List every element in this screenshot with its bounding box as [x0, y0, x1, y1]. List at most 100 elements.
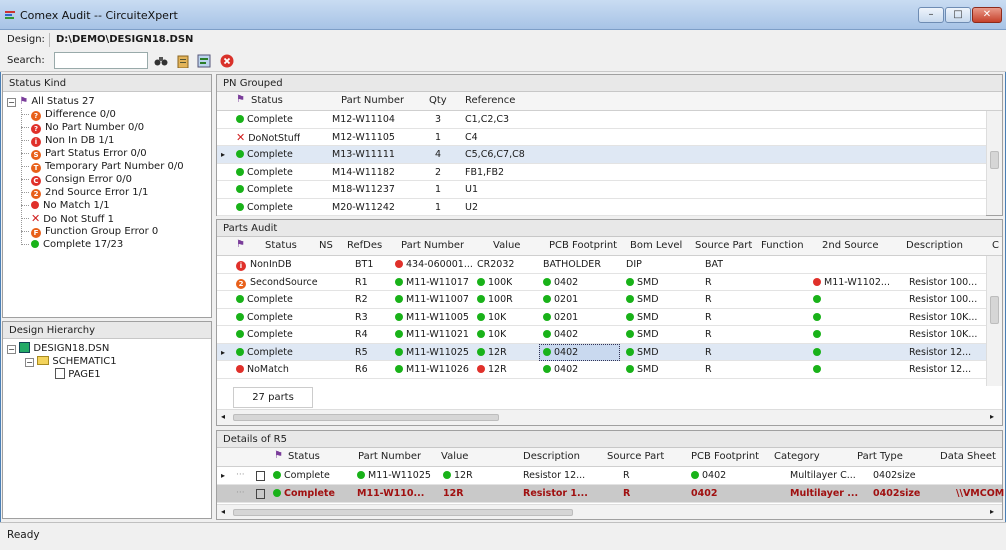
collapse-icon[interactable]: − — [7, 98, 16, 107]
table-row[interactable]: ▸ Complete R5 M11-W11025 12R 0402 SMD R Resistor… — [217, 343, 986, 361]
col-header-function[interactable]: Function — [761, 237, 804, 255]
description-cell: Resistor 12... — [523, 467, 585, 484]
status-tree-item[interactable]: F Function Group Error 0 — [21, 225, 158, 238]
maximize-button[interactable]: □ — [945, 7, 971, 23]
col-header-2nd-source[interactable]: 2nd Source — [822, 237, 879, 255]
tree-connector — [21, 218, 29, 219]
col-header-pcb-footprint[interactable]: PCB Footprint — [549, 237, 617, 255]
scroll-left-icon[interactable]: ◂ — [221, 507, 225, 516]
status-tree-item-label: Consign Error 0/0 — [45, 174, 132, 185]
source-part-cell-text: R — [623, 470, 630, 481]
pn-grouped-scrollbar[interactable] — [986, 111, 1002, 215]
col-header-status[interactable]: Status — [265, 237, 297, 255]
pcb-footprint-cell-text: 0402 — [554, 329, 579, 340]
status-tree-root[interactable]: − ⚑ All Status 27 — [7, 95, 95, 108]
status-cell: Complete — [236, 111, 293, 128]
cancel-icon[interactable] — [220, 54, 234, 68]
clipboard-icon[interactable] — [177, 54, 189, 68]
minimize-button[interactable]: – — [918, 7, 944, 23]
col-header-description[interactable]: Description — [906, 237, 963, 255]
status-tree-item[interactable]: C Consign Error 0/0 — [21, 173, 132, 186]
table-row[interactable]: Complete M12-W11104 3 C1,C2,C3 — [217, 111, 986, 129]
refdes-cell: BT1 — [355, 256, 373, 273]
scroll-left-icon[interactable]: ◂ — [221, 412, 225, 421]
category-cell-text: Multilayer ... — [790, 488, 859, 499]
table-row[interactable]: ✕ DoNotStuff M12-W11105 1 C4 — [217, 129, 986, 146]
status-tree-item[interactable]: ✕ Do Not Stuff 1 — [21, 212, 114, 226]
col-header-status[interactable]: Status — [288, 448, 320, 466]
filter-icon[interactable] — [197, 54, 211, 68]
parts-audit-hscrollbar[interactable]: ◂ ▸ — [217, 409, 1002, 425]
collapse-icon[interactable]: − — [25, 358, 34, 367]
scroll-right-icon[interactable]: ▸ — [990, 507, 994, 516]
table-row[interactable]: Complete M20-W11242 1 U2 — [217, 199, 986, 216]
search-input[interactable] — [54, 52, 148, 69]
green-dot-icon — [813, 347, 821, 356]
status-tree-item[interactable]: ? Difference 0/0 — [21, 108, 116, 121]
collapse-icon[interactable]: − — [7, 345, 16, 354]
value-cell: CR2032 — [477, 256, 514, 273]
col-header-source-part[interactable]: Source Part — [607, 448, 664, 466]
table-row[interactable]: Complete M18-W11237 1 U1 — [217, 181, 986, 199]
table-row[interactable]: i NonInDB BT1 434-060001... CR2032 BATHOLDER D… — [217, 256, 986, 274]
binoculars-icon[interactable] — [154, 55, 168, 67]
scroll-right-icon[interactable]: ▸ — [990, 412, 994, 421]
status-tree-item[interactable]: 2 2nd Source Error 1/1 — [21, 186, 148, 199]
description-cell-text: Resistor 1... — [523, 488, 588, 499]
col-header-value[interactable]: Value — [493, 237, 520, 255]
col-header-description[interactable]: Description — [523, 448, 580, 466]
col-header-ns[interactable]: NS — [319, 237, 333, 255]
status-kind-icon: C — [31, 176, 41, 186]
bom-level-cell-text: SMD — [637, 346, 659, 358]
col-header-part-type[interactable]: Part Type — [857, 448, 903, 466]
col-header-refdes[interactable]: RefDes — [347, 237, 382, 255]
status-tree-item[interactable]: ? No Part Number 0/0 — [21, 121, 144, 134]
close-button[interactable]: ✕ — [972, 7, 1002, 23]
col-header-category[interactable]: Category — [774, 448, 820, 466]
status-tree-item[interactable]: No Match 1/1 — [21, 199, 110, 212]
hierarchy-root[interactable]: − DESIGN18.DSN — [7, 342, 109, 355]
table-row[interactable]: NoMatch R6 M11-W11026 12R 0402 SMD R Resistor 1… — [217, 361, 986, 379]
status-tree-item[interactable]: i Non In DB 1/1 — [21, 134, 114, 147]
status-tree-item[interactable]: T Temporary Part Number 0/0 — [21, 160, 184, 173]
bom-level-cell: SMD — [626, 361, 659, 378]
status-tree-item[interactable]: S Part Status Error 0/0 — [21, 147, 147, 160]
table-row[interactable]: ··· Complete M11-W110... 12R Resistor 1... R 0… — [217, 485, 1004, 503]
table-row[interactable]: Complete M14-W11182 2 FB1,FB2 — [217, 164, 986, 181]
col-header-part-number[interactable]: Part Number — [341, 92, 404, 110]
table-row[interactable]: ▸ ··· Complete M11-W11025 12R Resistor 12... R… — [217, 467, 1002, 485]
col-header-c[interactable]: C — [992, 237, 999, 255]
status-tree-item[interactable]: Complete 17/23 — [21, 238, 123, 251]
table-row[interactable]: Complete R3 M11-W11005 10K 0201 SMD R Resistor … — [217, 309, 986, 326]
design-hierarchy-title: Design Hierarchy — [3, 322, 211, 339]
table-row[interactable]: 2 SecondSource R1 M11-W11017 100K 0402 SMD R M11… — [217, 274, 986, 291]
value-cell: 12R — [477, 361, 507, 378]
col-header-source-part[interactable]: Source Part — [695, 237, 752, 255]
source-part-cell-text: R — [705, 364, 712, 375]
2nd-source-cell — [813, 326, 824, 343]
col-header-value[interactable]: Value — [441, 448, 468, 466]
table-row[interactable]: ▸ Complete M13-W11111 4 C5,C6,C7,C8 — [217, 146, 986, 164]
status-text: Complete — [247, 166, 293, 178]
source-part-cell-text: R — [623, 488, 631, 499]
col-header-reference[interactable]: Reference — [465, 92, 515, 110]
col-header-bom-level[interactable]: Bom Level — [630, 237, 682, 255]
col-header-part-number[interactable]: Part Number — [358, 448, 421, 466]
col-header-qty[interactable]: Qty — [429, 92, 447, 110]
col-header-pcb-footprint[interactable]: PCB Footprint — [691, 448, 759, 466]
hierarchy-page[interactable]: PAGE1 — [55, 368, 101, 381]
table-row[interactable]: Complete R4 M11-W11021 10K 0402 SMD R Resistor … — [217, 326, 986, 344]
hierarchy-schematic[interactable]: − SCHEMATIC1 — [25, 355, 117, 368]
status-text: Complete — [247, 114, 293, 125]
refdes-cell: R5 — [355, 344, 368, 361]
table-row[interactable]: Complete R2 M11-W11007 100R 0201 SMD R Resistor… — [217, 291, 986, 309]
details-hscrollbar[interactable]: ◂ ▸ — [217, 504, 1002, 519]
col-header-part-number[interactable]: Part Number — [401, 237, 464, 255]
col-header-status[interactable]: Status — [251, 92, 283, 110]
parts-audit-vscrollbar[interactable] — [986, 256, 1002, 386]
flag-icon: ⚑ — [236, 239, 245, 250]
source-part-cell-text: R — [705, 294, 712, 305]
green-dot-icon — [626, 365, 634, 373]
tree-connector — [21, 166, 29, 167]
col-header-data-sheet[interactable]: Data Sheet — [940, 448, 996, 466]
